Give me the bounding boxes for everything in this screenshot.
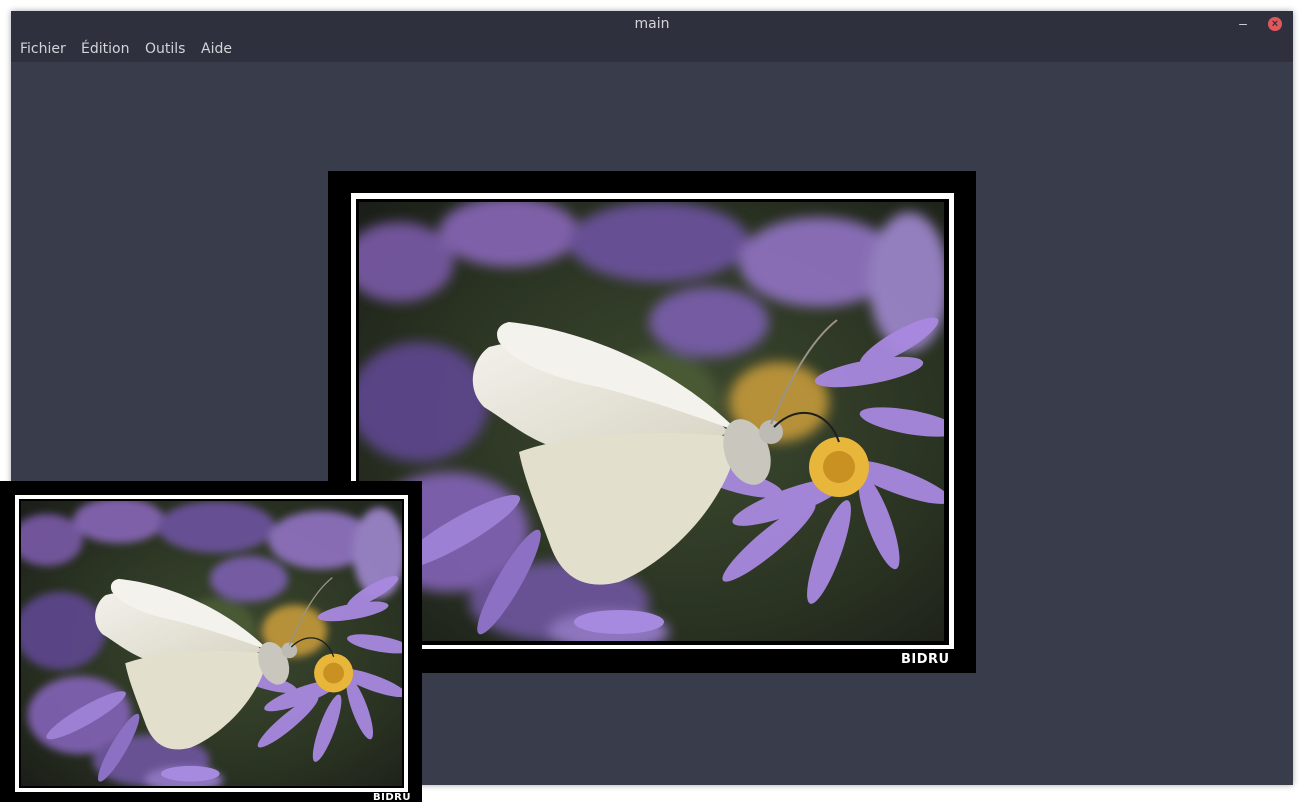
butterfly-photo — [359, 202, 944, 641]
photo-signature: BIDRU — [373, 792, 411, 803]
menu-outils[interactable]: Outils — [145, 41, 185, 57]
menu-aide[interactable]: Aide — [201, 41, 232, 57]
title-bar[interactable]: main – × — [11, 11, 1293, 38]
minimize-button[interactable]: – — [1235, 13, 1251, 33]
butterfly-photo — [21, 501, 402, 786]
menu-bar: Fichier Édition Outils Aide — [11, 38, 1293, 62]
menu-edition[interactable]: Édition — [81, 41, 129, 57]
small-photo[interactable]: BIDRU — [0, 481, 422, 803]
window-title: main — [634, 16, 670, 32]
menu-fichier[interactable]: Fichier — [20, 41, 66, 57]
large-photo[interactable]: BIDRU — [328, 171, 976, 673]
close-button[interactable]: × — [1268, 17, 1282, 31]
photo-signature: BIDRU — [901, 652, 950, 667]
